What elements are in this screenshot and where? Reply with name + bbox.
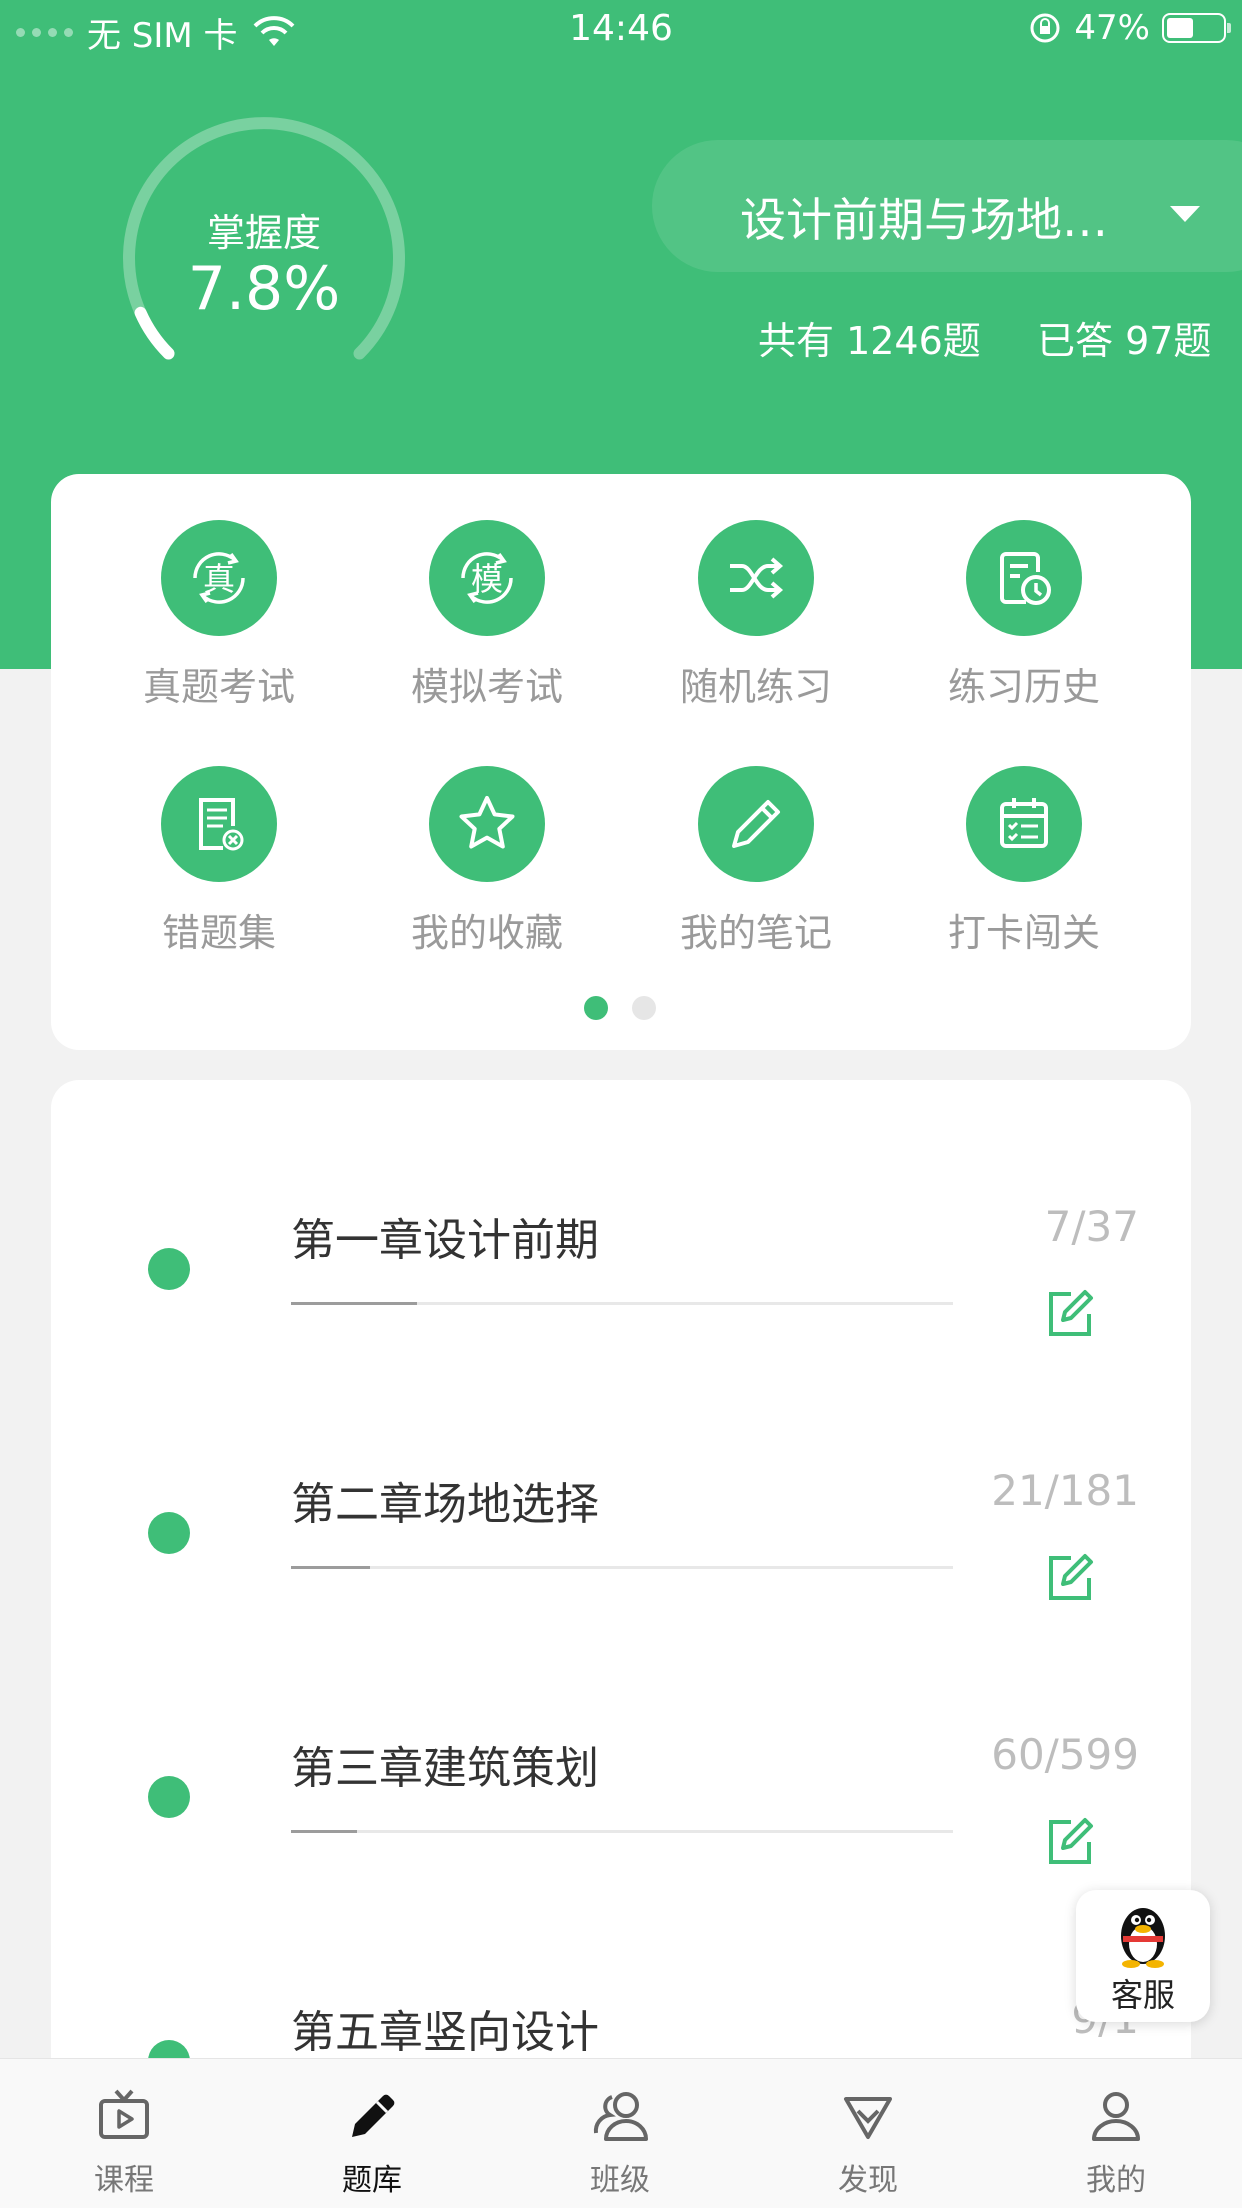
status-bar: 无 SIM 卡 14:46 47% [0, 0, 1242, 60]
feature-random-practice[interactable]: 随机练习 [636, 520, 876, 711]
chapter-progress-bar [291, 1566, 953, 1569]
edit-icon[interactable] [1041, 1550, 1097, 1606]
feature-grid-card: 真 真题考试 模 模拟考试 随机练习 练习历史 错题集 我的收藏 我的笔记 打卡… [51, 474, 1191, 1050]
course-icon [99, 2089, 149, 2139]
edit-icon[interactable] [1041, 1286, 1097, 1342]
tab-label: 课程 [94, 2163, 154, 2198]
feature-notes[interactable]: 我的笔记 [636, 766, 876, 957]
chapter-title: 第三章建筑策划 [291, 1743, 599, 1794]
tab-label: 班级 [590, 2163, 650, 2198]
battery-percent: 47% [1074, 8, 1150, 48]
profile-icon [1092, 2092, 1140, 2141]
tab-bar: 课程 题库 班级 发现 我的 [0, 2058, 1242, 2208]
feature-practice-history[interactable]: 练习历史 [904, 520, 1144, 711]
feature-label: 错题集 [161, 911, 276, 955]
qq-penguin-icon [1121, 1908, 1165, 1968]
chapter-list: 第一章设计前期 7/37 第二章场地选择 21/181 第三章建筑策划 60/5… [51, 1080, 1191, 2208]
mastery-title: 掌握度 [206, 211, 321, 255]
battery-icon [1162, 13, 1231, 43]
caret-down-icon[interactable] [1170, 206, 1200, 222]
feature-label: 我的笔记 [679, 911, 832, 955]
feature-checkin[interactable]: 打卡闯关 [904, 766, 1144, 957]
chapter-count: 60/599 [991, 1730, 1139, 1779]
chapter-row[interactable]: 第一章设计前期 7/37 [51, 1110, 1191, 1374]
calendar-icon [1000, 798, 1048, 848]
orientation-lock-icon [1030, 13, 1060, 43]
edit-icon[interactable] [1041, 1814, 1097, 1870]
mastery-value: 7.8% [187, 254, 341, 324]
star-icon [459, 796, 515, 849]
class-icon [593, 2092, 648, 2141]
discover-icon [844, 2097, 892, 2139]
chapter-dot [148, 1512, 190, 1554]
page-indicator [584, 996, 656, 1020]
shuffle-icon [730, 557, 784, 599]
tab-label: 我的 [1086, 2163, 1146, 2198]
chapter-progress-bar [291, 1830, 953, 1833]
chapter-count: 7/37 [1044, 1202, 1139, 1251]
chapter-count: 21/181 [991, 1466, 1139, 1515]
chapter-dot [148, 1248, 190, 1290]
tab-label: 题库 [342, 2163, 402, 2198]
feature-label: 我的收藏 [410, 911, 563, 955]
chapter-dot [148, 1776, 190, 1818]
tab-class[interactable]: 班级 [496, 2059, 744, 2208]
feature-label: 真题考试 [142, 665, 295, 709]
wrong-questions-icon [199, 798, 244, 851]
question-bank-icon [352, 2094, 395, 2137]
feature-real-exam[interactable]: 真 真题考试 [99, 520, 339, 711]
chapter-row[interactable]: 第二章场地选择 21/181 [51, 1374, 1191, 1638]
chapter-row[interactable]: 第三章建筑策划 60/599 [51, 1638, 1191, 1902]
page-dot[interactable] [632, 996, 656, 1020]
svg-text:模: 模 [471, 560, 503, 598]
chapter-progress-bar [291, 1302, 953, 1305]
page-dot-active[interactable] [584, 996, 608, 1020]
feature-favorites[interactable]: 我的收藏 [367, 766, 607, 957]
real-exam-icon: 真 [193, 552, 245, 604]
total-questions: 共有 1246题 [758, 319, 981, 363]
feature-mock-exam[interactable]: 模 模拟考试 [367, 520, 607, 711]
history-icon [1000, 552, 1051, 605]
feature-wrong-questions[interactable]: 错题集 [99, 766, 339, 957]
answered-questions: 已答 97题 [1037, 319, 1212, 363]
feature-label: 随机练习 [679, 665, 832, 709]
subject-name[interactable]: 设计前期与场地… [740, 184, 1108, 250]
chapter-title: 第一章设计前期 [291, 1215, 599, 1266]
mock-exam-icon: 模 [461, 552, 513, 604]
customer-service-label: 客服 [1110, 1976, 1175, 2014]
tab-question-bank[interactable]: 题库 [248, 2059, 496, 2208]
tab-course[interactable]: 课程 [0, 2059, 248, 2208]
feature-label: 练习历史 [947, 665, 1100, 709]
chapter-title: 第五章竖向设计 [291, 2007, 599, 2058]
feature-label: 模拟考试 [410, 665, 563, 709]
tab-discover[interactable]: 发现 [744, 2059, 992, 2208]
svg-text:真: 真 [203, 560, 235, 598]
tab-label: 发现 [838, 2163, 898, 2198]
chapter-title: 第二章场地选择 [291, 1479, 599, 1530]
pencil-icon [732, 800, 780, 848]
tab-profile[interactable]: 我的 [992, 2059, 1240, 2208]
customer-service-button[interactable]: 客服 [1076, 1890, 1210, 2022]
feature-label: 打卡闯关 [947, 911, 1100, 955]
